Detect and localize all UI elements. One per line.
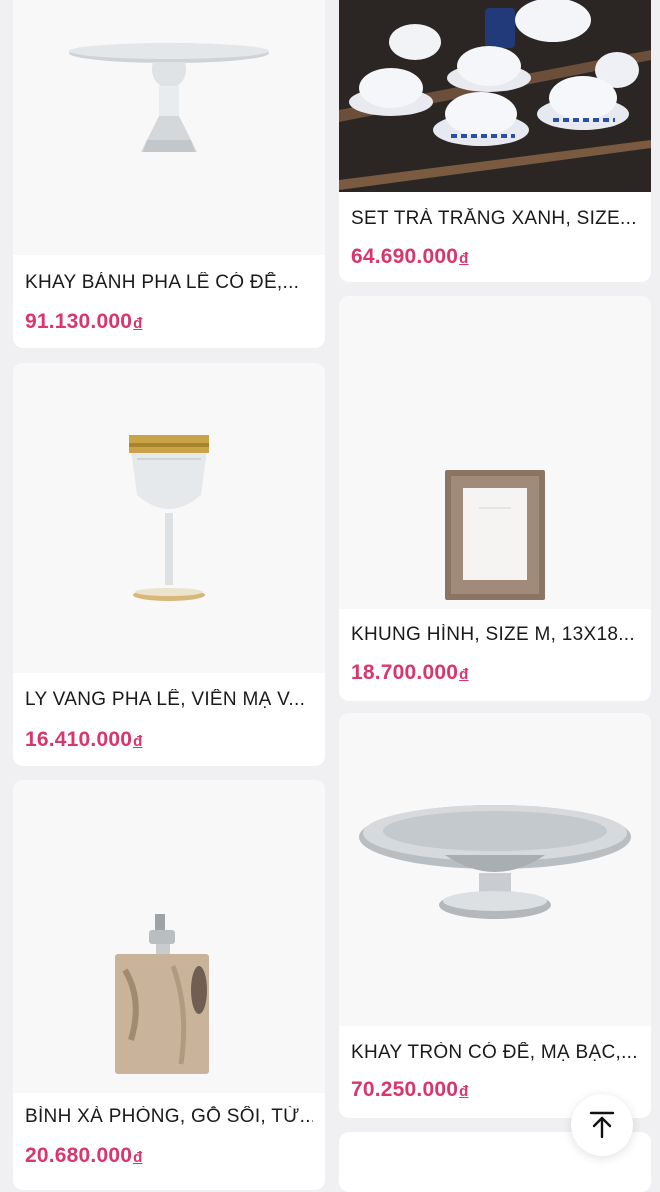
product-name: LY VANG PHA LÊ, VIỀN MẠ V... xyxy=(25,689,306,710)
product-card[interactable]: SET TRÀ TRẮNG XANH, SIZE... 64.690.000đ xyxy=(339,0,651,282)
product-price: 70.250.000đ xyxy=(351,1078,469,1101)
product-card[interactable]: KHAY TRÒN CÓ ĐẾ, MẠ BẠC,... 70.250.000đ xyxy=(339,713,651,1118)
product-price: 64.690.000đ xyxy=(351,245,469,268)
product-image xyxy=(13,0,325,255)
scroll-to-top-button[interactable] xyxy=(571,1094,633,1156)
product-image xyxy=(339,713,651,1026)
product-name: BÌNH XÀ PHÒNG, GỖ SỒI, TỪ... xyxy=(25,1106,313,1127)
product-name: KHUNG HÌNH, SIZE M, 13X18... xyxy=(351,624,635,645)
product-card[interactable]: KHAY BÁNH PHA LÊ CÓ ĐẾ,... 91.130.000đ xyxy=(13,0,325,348)
product-card[interactable]: BÌNH XÀ PHÒNG, GỖ SỒI, TỪ... 20.680.000đ xyxy=(13,780,325,1190)
product-image xyxy=(339,0,651,192)
product-price: 18.700.000đ xyxy=(351,661,469,684)
product-card[interactable]: LY VANG PHA LÊ, VIỀN MẠ V... 16.410.000đ xyxy=(13,363,325,766)
product-name: KHAY TRÒN CÓ ĐẾ, MẠ BẠC,... xyxy=(351,1042,638,1063)
product-name: SET TRÀ TRẮNG XANH, SIZE... xyxy=(351,208,637,229)
arrow-up-to-top-icon xyxy=(589,1111,615,1139)
product-price: 20.680.000đ xyxy=(25,1144,143,1167)
product-name: KHAY BÁNH PHA LÊ CÓ ĐẾ,... xyxy=(25,272,300,293)
product-price: 91.130.000đ xyxy=(25,310,143,333)
product-price: 16.410.000đ xyxy=(25,728,143,751)
product-image xyxy=(339,296,651,609)
product-card[interactable]: KHUNG HÌNH, SIZE M, 13X18... 18.700.000đ xyxy=(339,296,651,701)
product-image xyxy=(13,363,325,673)
product-image xyxy=(13,780,325,1093)
